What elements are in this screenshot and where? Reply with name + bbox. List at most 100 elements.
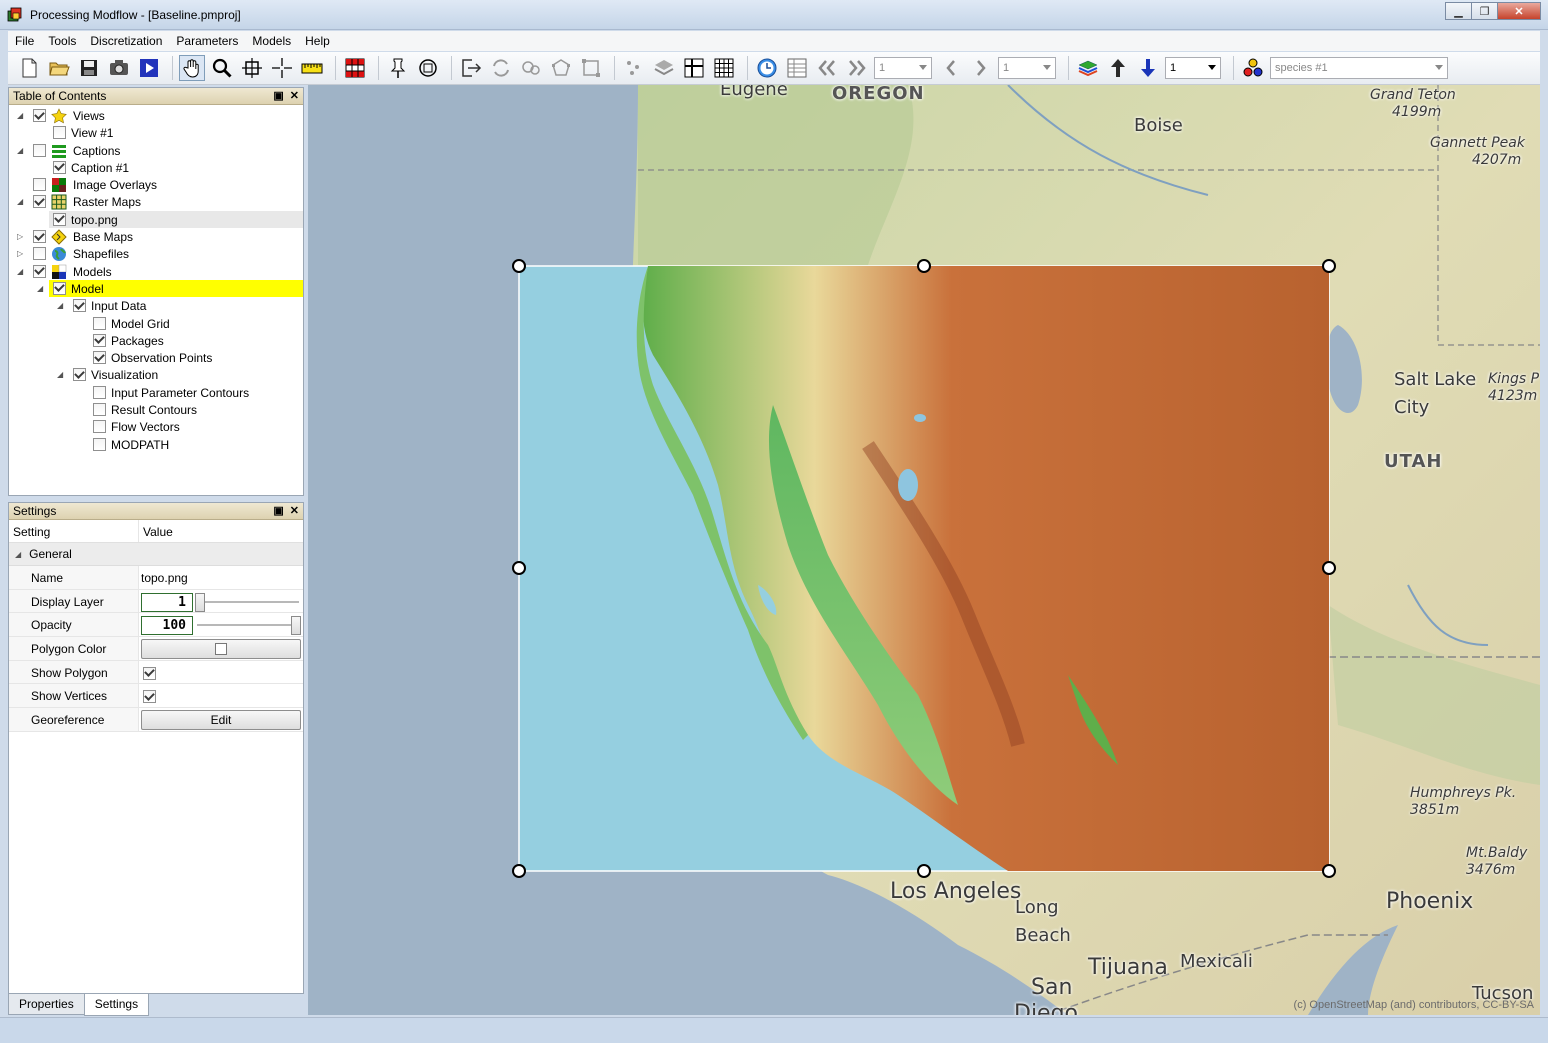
clock-icon[interactable] [754, 55, 780, 81]
toc-checkbox[interactable] [73, 368, 86, 382]
toc-item-raster-maps[interactable]: ◢ Raster Maps [9, 193, 303, 210]
polygon-color-button[interactable] [141, 639, 301, 660]
zoom-icon[interactable] [209, 55, 235, 81]
toc-item-packages[interactable]: Packages [9, 332, 303, 349]
run-icon[interactable] [136, 55, 162, 81]
resize-handle-n[interactable] [917, 259, 931, 273]
menu-discretization[interactable]: Discretization [83, 34, 169, 48]
toc-item-visualization[interactable]: ◢ Visualization [9, 366, 303, 383]
export-icon[interactable] [458, 55, 484, 81]
grid-fine-icon[interactable] [711, 55, 737, 81]
stress-period-combo[interactable]: 1 [998, 57, 1056, 79]
maximize-button[interactable]: ❐ [1471, 2, 1498, 20]
table-icon[interactable] [784, 55, 810, 81]
toc-checkbox[interactable] [33, 230, 46, 244]
toc-checkbox[interactable] [33, 109, 46, 122]
collapse-icon[interactable]: ◢ [15, 550, 21, 559]
resize-handle-se[interactable] [1322, 864, 1336, 878]
camera-icon[interactable] [106, 55, 132, 81]
expand-icon[interactable]: ▷ [17, 249, 26, 258]
opacity-slider[interactable] [197, 624, 299, 627]
toc-checkbox[interactable] [33, 195, 46, 209]
layers-3d-icon[interactable] [651, 55, 677, 81]
close-panel-icon[interactable]: ✕ [290, 89, 299, 102]
open-folder-icon[interactable] [46, 55, 72, 81]
toc-item-topo-png[interactable]: topo.png [49, 210, 303, 229]
toc-checkbox[interactable] [93, 420, 106, 434]
toc-checkbox[interactable] [93, 316, 106, 330]
resize-handle-ne[interactable] [1322, 259, 1336, 273]
collapse-icon[interactable]: ◢ [57, 370, 66, 379]
show-vertices-checkbox[interactable] [143, 690, 156, 704]
toc-item-caption-1[interactable]: Caption #1 [9, 159, 303, 176]
refresh-icon[interactable] [488, 55, 514, 81]
toc-item-model-grid[interactable]: Model Grid [9, 315, 303, 332]
species-icon[interactable] [1240, 55, 1266, 81]
category-general[interactable]: ◢ General [9, 543, 303, 566]
menu-parameters[interactable]: Parameters [169, 34, 245, 48]
map-view[interactable]: Eugene OREGON Boise Grand Teton 4199m Gan… [308, 85, 1540, 1015]
resize-handle-w[interactable] [512, 561, 526, 575]
pin-icon[interactable] [385, 55, 411, 81]
menu-file[interactable]: File [8, 34, 41, 48]
show-polygon-checkbox[interactable] [143, 666, 156, 680]
toc-checkbox[interactable] [33, 264, 46, 278]
collapse-icon[interactable]: ◢ [17, 267, 26, 276]
toc-item-input-parameter-contours[interactable]: Input Parameter Contours [9, 384, 303, 401]
polygon-tool-icon[interactable] [518, 55, 544, 81]
resize-handle-e[interactable] [1322, 561, 1336, 575]
layer-down-icon[interactable] [1135, 55, 1161, 81]
node-tool-icon[interactable] [548, 55, 574, 81]
georeference-edit-button[interactable]: Edit [141, 710, 301, 731]
toc-item-flow-vectors[interactable]: Flow Vectors [9, 418, 303, 435]
opacity-input[interactable]: 100 [141, 616, 193, 636]
menu-models[interactable]: Models [245, 34, 298, 48]
name-value[interactable]: topo.png [139, 566, 303, 589]
pan-hand-icon[interactable] [179, 55, 205, 81]
points-icon[interactable] [621, 55, 647, 81]
collapse-icon[interactable]: ◢ [17, 146, 26, 155]
species-combo[interactable]: species #1 [1270, 57, 1448, 79]
float-icon[interactable]: ▣ [273, 89, 283, 102]
toc-item-view-1[interactable]: View #1 [9, 124, 303, 141]
resize-handle-sw[interactable] [512, 864, 526, 878]
toc-item-models[interactable]: ◢ Models [9, 263, 303, 280]
layer-combo[interactable]: 1 [1165, 57, 1221, 79]
collapse-icon[interactable]: ◢ [17, 197, 26, 206]
minimize-button[interactable]: ▁ [1445, 2, 1472, 20]
toc-item-views[interactable]: ◢ Views [9, 107, 303, 124]
opacity-slider-thumb[interactable] [291, 616, 301, 636]
toc-checkbox[interactable] [73, 299, 86, 313]
resize-handle-nw[interactable] [512, 259, 526, 273]
menu-help[interactable]: Help [298, 34, 337, 48]
time-step-combo[interactable]: 1 [874, 57, 932, 79]
tab-settings[interactable]: Settings [83, 994, 150, 1016]
crosshair-icon[interactable] [269, 55, 295, 81]
display-layer-slider[interactable] [197, 600, 299, 603]
toc-item-base-maps[interactable]: ▷ Base Maps [9, 228, 303, 245]
float-icon[interactable]: ▣ [273, 504, 283, 517]
menu-tools[interactable]: Tools [41, 34, 83, 48]
toc-checkbox[interactable] [93, 351, 106, 365]
toc-item-input-data[interactable]: ◢ Input Data [9, 297, 303, 314]
collapse-icon[interactable]: ◢ [37, 284, 46, 293]
save-icon[interactable] [76, 55, 102, 81]
toc-item-modpath[interactable]: MODPATH [9, 436, 303, 453]
collapse-icon[interactable]: ◢ [57, 301, 66, 310]
toc-checkbox[interactable] [93, 403, 106, 417]
toc-item-observation-points[interactable]: Observation Points [9, 349, 303, 366]
close-button[interactable]: ✕ [1497, 2, 1541, 20]
resize-handle-s[interactable] [917, 864, 931, 878]
rect-select-icon[interactable] [578, 55, 604, 81]
grid-split-icon[interactable] [681, 55, 707, 81]
layers-icon[interactable] [1075, 55, 1101, 81]
prev-step-icon[interactable] [938, 55, 964, 81]
display-layer-input[interactable]: 1 [141, 592, 193, 612]
toc-item-result-contours[interactable]: Result Contours [9, 401, 303, 418]
toc-item-shapefiles[interactable]: ▷ Shapefiles [9, 245, 303, 262]
tab-properties[interactable]: Properties [8, 994, 85, 1015]
ruler-icon[interactable] [299, 55, 325, 81]
close-panel-icon[interactable]: ✕ [290, 504, 299, 517]
toc-checkbox[interactable] [53, 212, 66, 226]
collapse-icon[interactable]: ◢ [17, 111, 26, 120]
